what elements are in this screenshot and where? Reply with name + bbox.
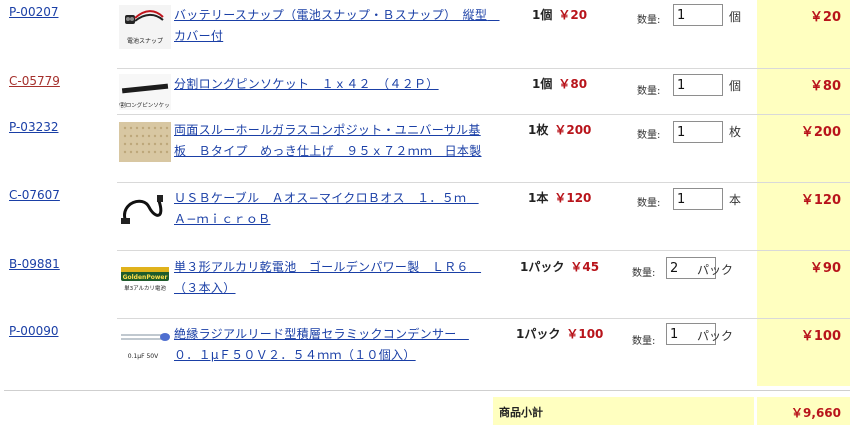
product-thumbnail[interactable]: GoldenPower 単3アルカリ電池 bbox=[119, 265, 171, 295]
line-total-cell: ￥90 bbox=[757, 251, 850, 318]
product-code-link[interactable]: C-05779 bbox=[9, 74, 60, 88]
quantity-input[interactable] bbox=[673, 188, 723, 210]
unit-label: 枚 bbox=[729, 125, 742, 139]
thumb-brand: GoldenPower bbox=[123, 274, 168, 281]
thumb-caption: 電池スナップ bbox=[127, 37, 163, 45]
cart-row: P-03232 両面スルーホールガラスコンポジット・ユニバーサル基板 Ｂタイプ … bbox=[0, 115, 850, 182]
quantity-label: 数量: bbox=[632, 336, 656, 347]
line-total-cell: ￥80 bbox=[757, 69, 850, 114]
product-name-link[interactable]: 両面スルーホールガラスコンポジット・ユニバーサル基板 Ｂタイプ めっき仕上げ ９… bbox=[174, 120, 490, 162]
quantity-input[interactable] bbox=[673, 121, 723, 143]
unit-price-cell: 1個 ￥20 bbox=[532, 8, 588, 22]
line-total-cell: ￥200 bbox=[757, 115, 850, 182]
cart-row: P-00090 0.1μF 50V 絶縁ラジアルリード型積層セラミックコンデンサ… bbox=[0, 319, 850, 386]
product-code-link[interactable]: P-00090 bbox=[9, 324, 58, 338]
unit-label: 本 bbox=[729, 193, 742, 207]
product-name-link[interactable]: 単３形アルカリ乾電池 ゴールデンパワー製 ＬＲ６ （３本入） bbox=[174, 257, 490, 299]
quantity-label: 数量: bbox=[637, 198, 661, 209]
subtotal-label-cell: 商品小計 bbox=[493, 397, 754, 425]
thumb-caption: 単3アルカリ電池 bbox=[124, 284, 166, 292]
product-code-link[interactable]: P-00207 bbox=[9, 5, 58, 19]
product-code-link[interactable]: P-03232 bbox=[9, 120, 58, 134]
unit-label: 個 bbox=[729, 79, 742, 93]
cart-row: C-07607 ＵＳＢケーブル Ａオス−マイクロＢオス １．５ｍ Ａ−ｍｉｃｒｏ… bbox=[0, 183, 850, 250]
product-thumbnail[interactable]: 電池スナップ bbox=[119, 5, 171, 49]
subtotal-value-cell: ￥9,660 bbox=[757, 397, 850, 425]
unit-price-cell: 1本 ￥120 bbox=[528, 191, 592, 205]
quantity-label: 数量: bbox=[637, 86, 661, 97]
cart-row: P-00207 電池スナップ バッテリースナップ（電池スナップ・Ｂスナップ） 縦… bbox=[0, 0, 850, 68]
line-total-cell: ￥120 bbox=[757, 183, 850, 250]
thumb-caption: 0.1μF 50V bbox=[128, 353, 159, 360]
quantity-label: 数量: bbox=[637, 15, 661, 26]
unit-price-cell: 1パック ￥45 bbox=[520, 260, 600, 274]
product-name-link[interactable]: ＵＳＢケーブル Ａオス−マイクロＢオス １．５ｍ Ａ−ｍｉｃｒｏＢ bbox=[174, 188, 490, 230]
unit-label: パック bbox=[696, 329, 733, 343]
product-thumbnail[interactable]: 分割ロングピンソケット bbox=[115, 74, 175, 110]
product-name-link[interactable]: 分割ロングピンソケット １ｘ４２ （４２Ｐ） bbox=[174, 74, 490, 95]
product-thumbnail[interactable] bbox=[119, 189, 171, 229]
cart-row: B-09881 GoldenPower 単3アルカリ電池 単３形アルカリ乾電池 … bbox=[0, 251, 850, 318]
quantity-input[interactable] bbox=[673, 74, 723, 96]
quantity-label: 数量: bbox=[632, 268, 656, 279]
unit-price-cell: 1枚 ￥200 bbox=[528, 123, 592, 137]
unit-price-cell: 1パック ￥100 bbox=[516, 327, 604, 341]
quantity-input[interactable] bbox=[673, 4, 723, 26]
unit-price-cell: 1個 ￥80 bbox=[532, 77, 588, 91]
thumb-caption: 分割ロングピンソケット bbox=[119, 101, 171, 109]
product-name-link[interactable]: バッテリースナップ（電池スナップ・Ｂスナップ） 縦型 カバー付 bbox=[174, 5, 499, 47]
unit-label: 個 bbox=[729, 10, 742, 24]
product-name-link[interactable]: 絶縁ラジアルリード型積層セラミックコンデンサー ０．１μＦ５０Ｖ２．５４ｍｍ（１… bbox=[174, 324, 490, 366]
cart-row: C-05779 分割ロングピンソケット 分割ロングピンソケット １ｘ４２ （４２… bbox=[0, 69, 850, 114]
product-code-link[interactable]: C-07607 bbox=[9, 188, 60, 202]
product-code-link[interactable]: B-09881 bbox=[9, 257, 60, 271]
quantity-label: 数量: bbox=[637, 130, 661, 141]
table-divider bbox=[4, 390, 850, 391]
unit-label: パック bbox=[696, 263, 733, 277]
product-thumbnail[interactable]: 0.1μF 50V bbox=[119, 325, 171, 363]
line-total-cell: ￥100 bbox=[757, 319, 850, 386]
line-total-cell: ￥20 bbox=[757, 0, 850, 68]
product-thumbnail[interactable] bbox=[119, 122, 171, 162]
